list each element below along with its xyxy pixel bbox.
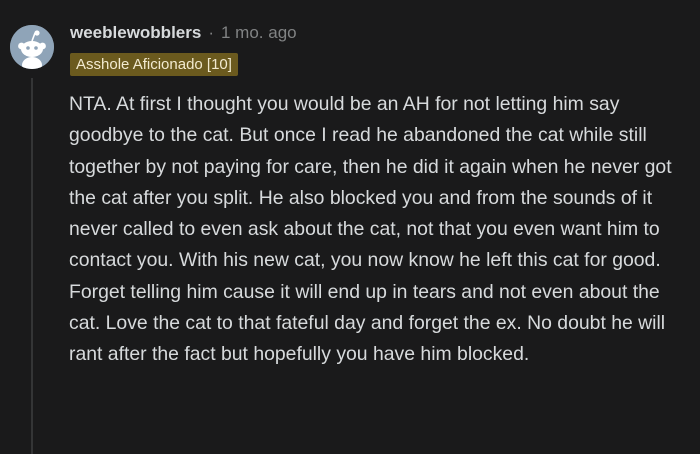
reddit-snoo-icon (10, 25, 54, 69)
comment-meta: weeblewobblers · 1 mo. ago (70, 20, 297, 46)
user-avatar[interactable] (10, 25, 54, 69)
thread-line[interactable] (31, 78, 33, 454)
comment: weeblewobblers · 1 mo. ago Asshole Afici… (0, 0, 700, 454)
meta-separator: · (208, 23, 214, 42)
user-flair: Asshole Aficionado [10] (70, 53, 238, 76)
comment-timestamp[interactable]: 1 mo. ago (221, 23, 297, 43)
username-link[interactable]: weeblewobblers (70, 23, 201, 43)
comment-body: NTA. At first I thought you would be an … (69, 93, 672, 366)
